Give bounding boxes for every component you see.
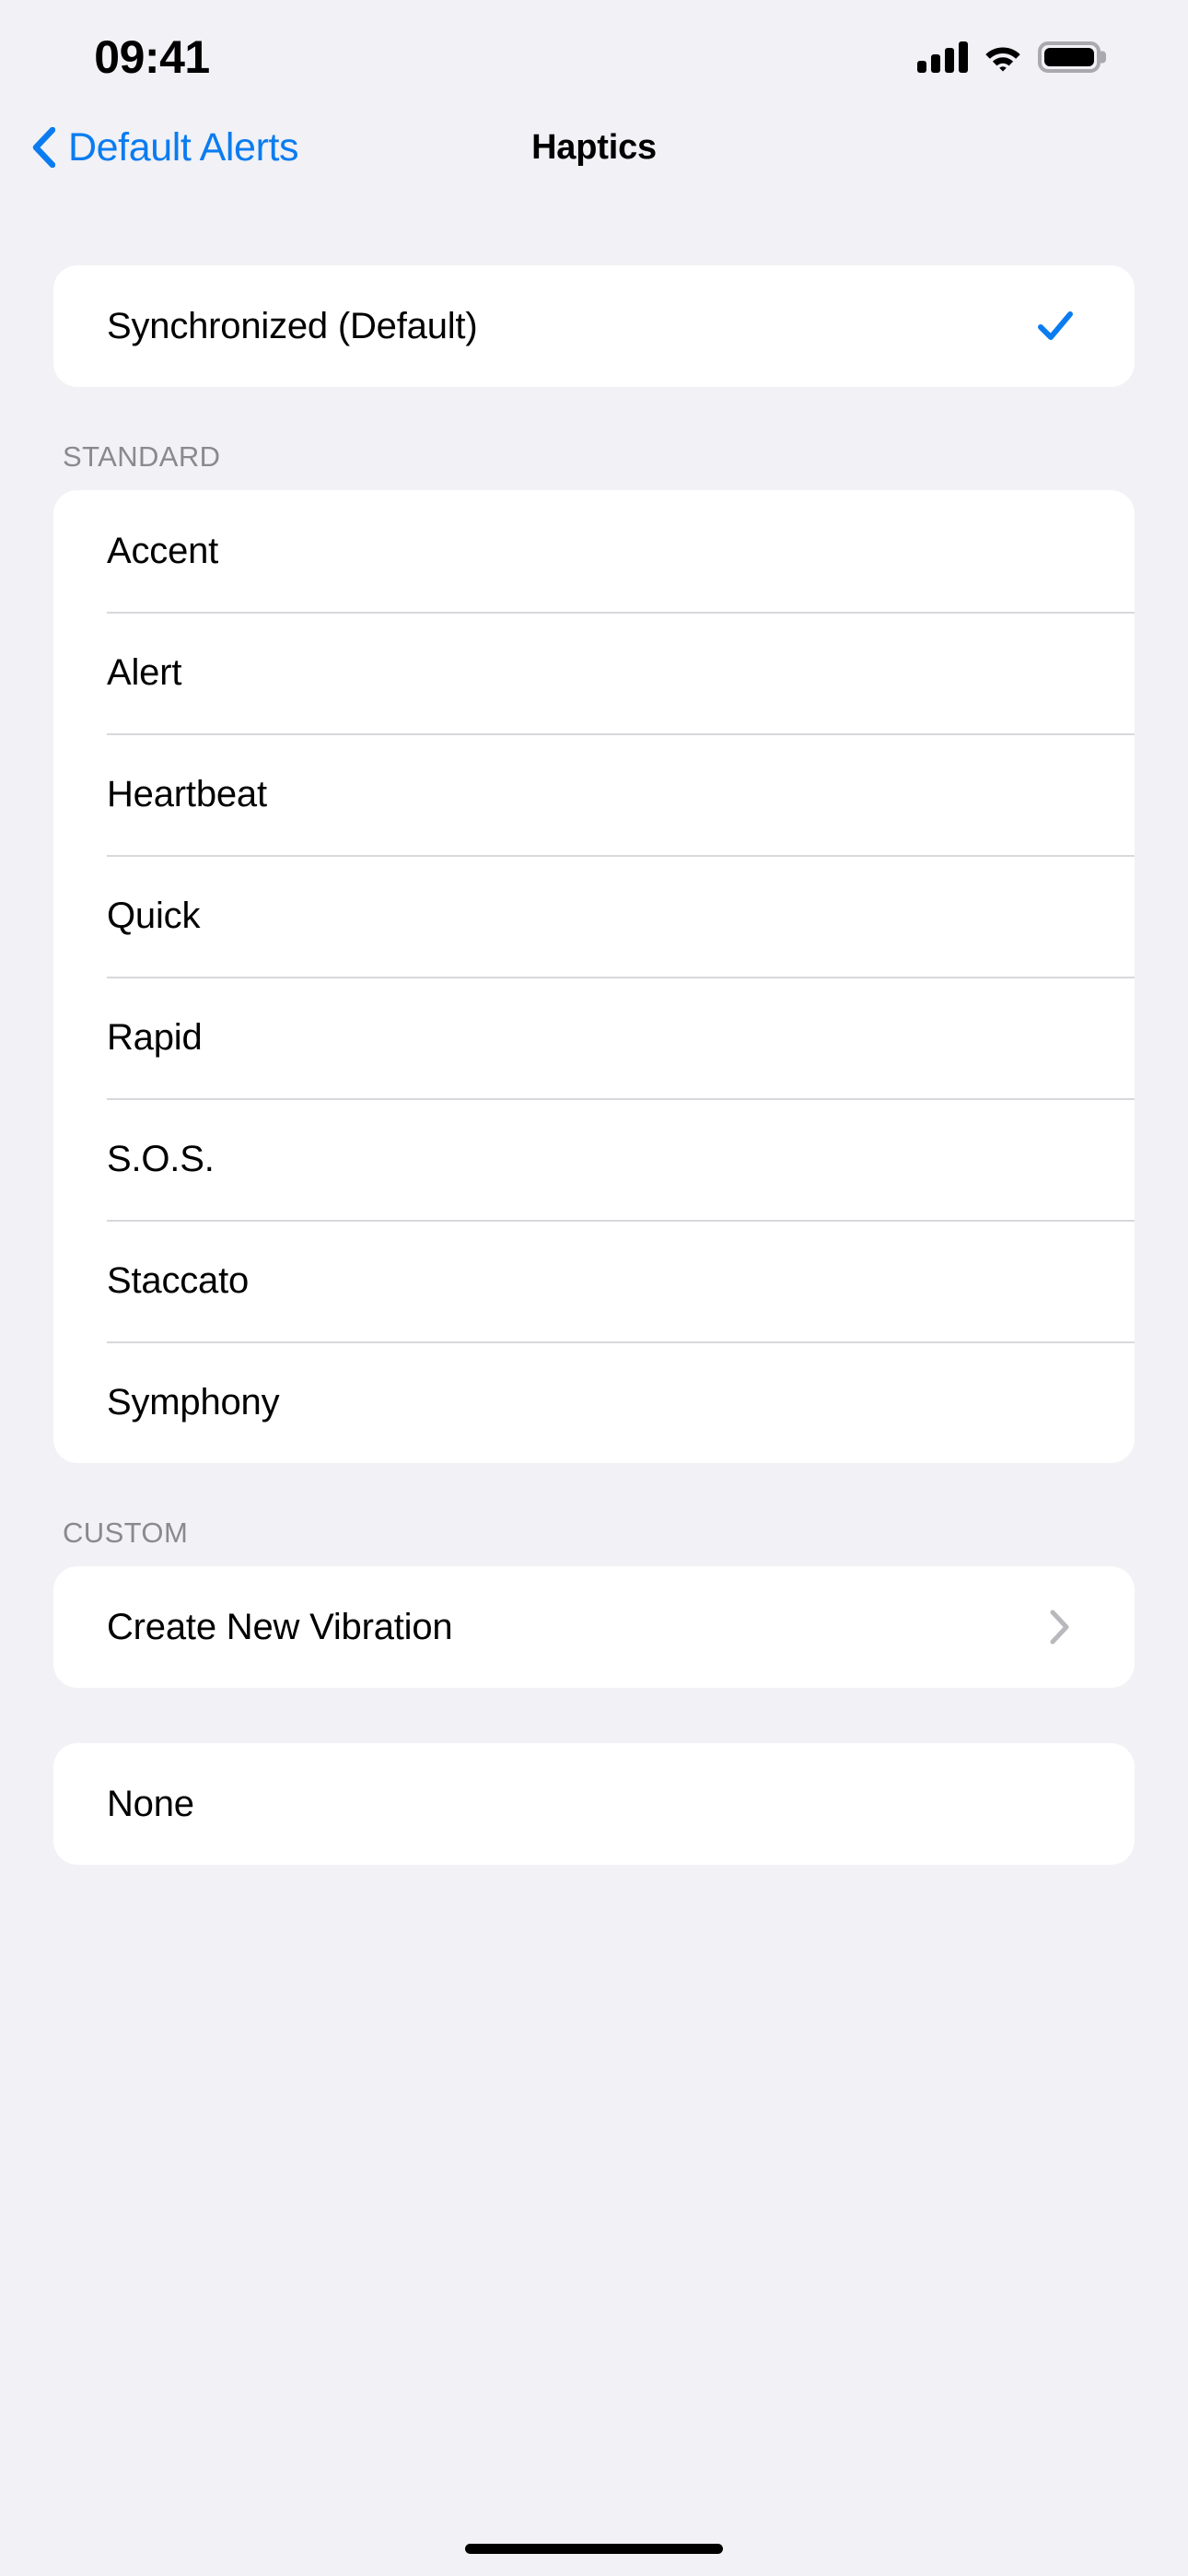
list-item-label: Staccato — [107, 1259, 250, 1301]
list-item-heartbeat[interactable]: Heartbeat — [53, 733, 1135, 855]
checkmark-icon — [1038, 311, 1073, 340]
list-item-label: Synchronized (Default) — [107, 305, 478, 346]
list-item-label: Quick — [107, 895, 201, 936]
list-item-label: Rapid — [107, 1016, 203, 1058]
status-bar: 09:41 — [0, 0, 1188, 101]
battery-fill — [1044, 48, 1094, 66]
list-item-symphony[interactable]: Symphony — [53, 1341, 1135, 1463]
list-item-staccato[interactable]: Staccato — [53, 1220, 1135, 1341]
battery-full-icon — [1038, 41, 1101, 73]
home-indicator[interactable] — [465, 2544, 723, 2554]
cellular-signal-icon — [917, 41, 968, 73]
back-button[interactable]: Default Alerts — [0, 124, 299, 170]
selected-haptic-card: Synchronized (Default) — [53, 265, 1135, 387]
iphone-screen: 09:41 Default Alerts Haptics Synchronize… — [0, 0, 1188, 2576]
list-item-label: None — [107, 1783, 194, 1824]
back-button-label: Default Alerts — [68, 124, 299, 170]
list-item-none[interactable]: None — [53, 1743, 1135, 1865]
section-header-custom: CUSTOM — [63, 1516, 189, 1549]
wifi-icon — [985, 47, 1020, 72]
standard-haptics-card: Accent Alert Heartbeat Quick Rapid S.O.S… — [53, 490, 1135, 1463]
none-haptic-card: None — [53, 1743, 1135, 1865]
list-item-label: Create New Vibration — [107, 1606, 453, 1647]
list-item-synchronized[interactable]: Synchronized (Default) — [53, 265, 1135, 387]
list-item-label: Accent — [107, 530, 219, 571]
list-item-label: Alert — [107, 651, 182, 693]
list-item-quick[interactable]: Quick — [53, 855, 1135, 977]
custom-haptics-card: Create New Vibration — [53, 1566, 1135, 1688]
list-item-label: S.O.S. — [107, 1138, 215, 1179]
navigation-bar: Default Alerts Haptics — [0, 101, 1188, 193]
list-item-rapid[interactable]: Rapid — [53, 977, 1135, 1098]
top-spacer — [0, 193, 1188, 265]
list-item-alert[interactable]: Alert — [53, 612, 1135, 733]
list-item-accent[interactable]: Accent — [53, 490, 1135, 612]
status-bar-time: 09:41 — [94, 31, 210, 83]
list-item-label: Symphony — [107, 1381, 280, 1423]
list-item-sos[interactable]: S.O.S. — [53, 1098, 1135, 1220]
chevron-left-icon — [32, 127, 55, 168]
list-item-create-new-vibration[interactable]: Create New Vibration — [53, 1566, 1135, 1688]
chevron-right-icon — [1050, 1610, 1069, 1645]
list-item-label: Heartbeat — [107, 773, 267, 814]
settings-content: Synchronized (Default) STANDARD Accent A… — [0, 193, 1188, 1865]
section-header-standard: STANDARD — [63, 440, 221, 473]
status-bar-icons — [917, 29, 1101, 73]
